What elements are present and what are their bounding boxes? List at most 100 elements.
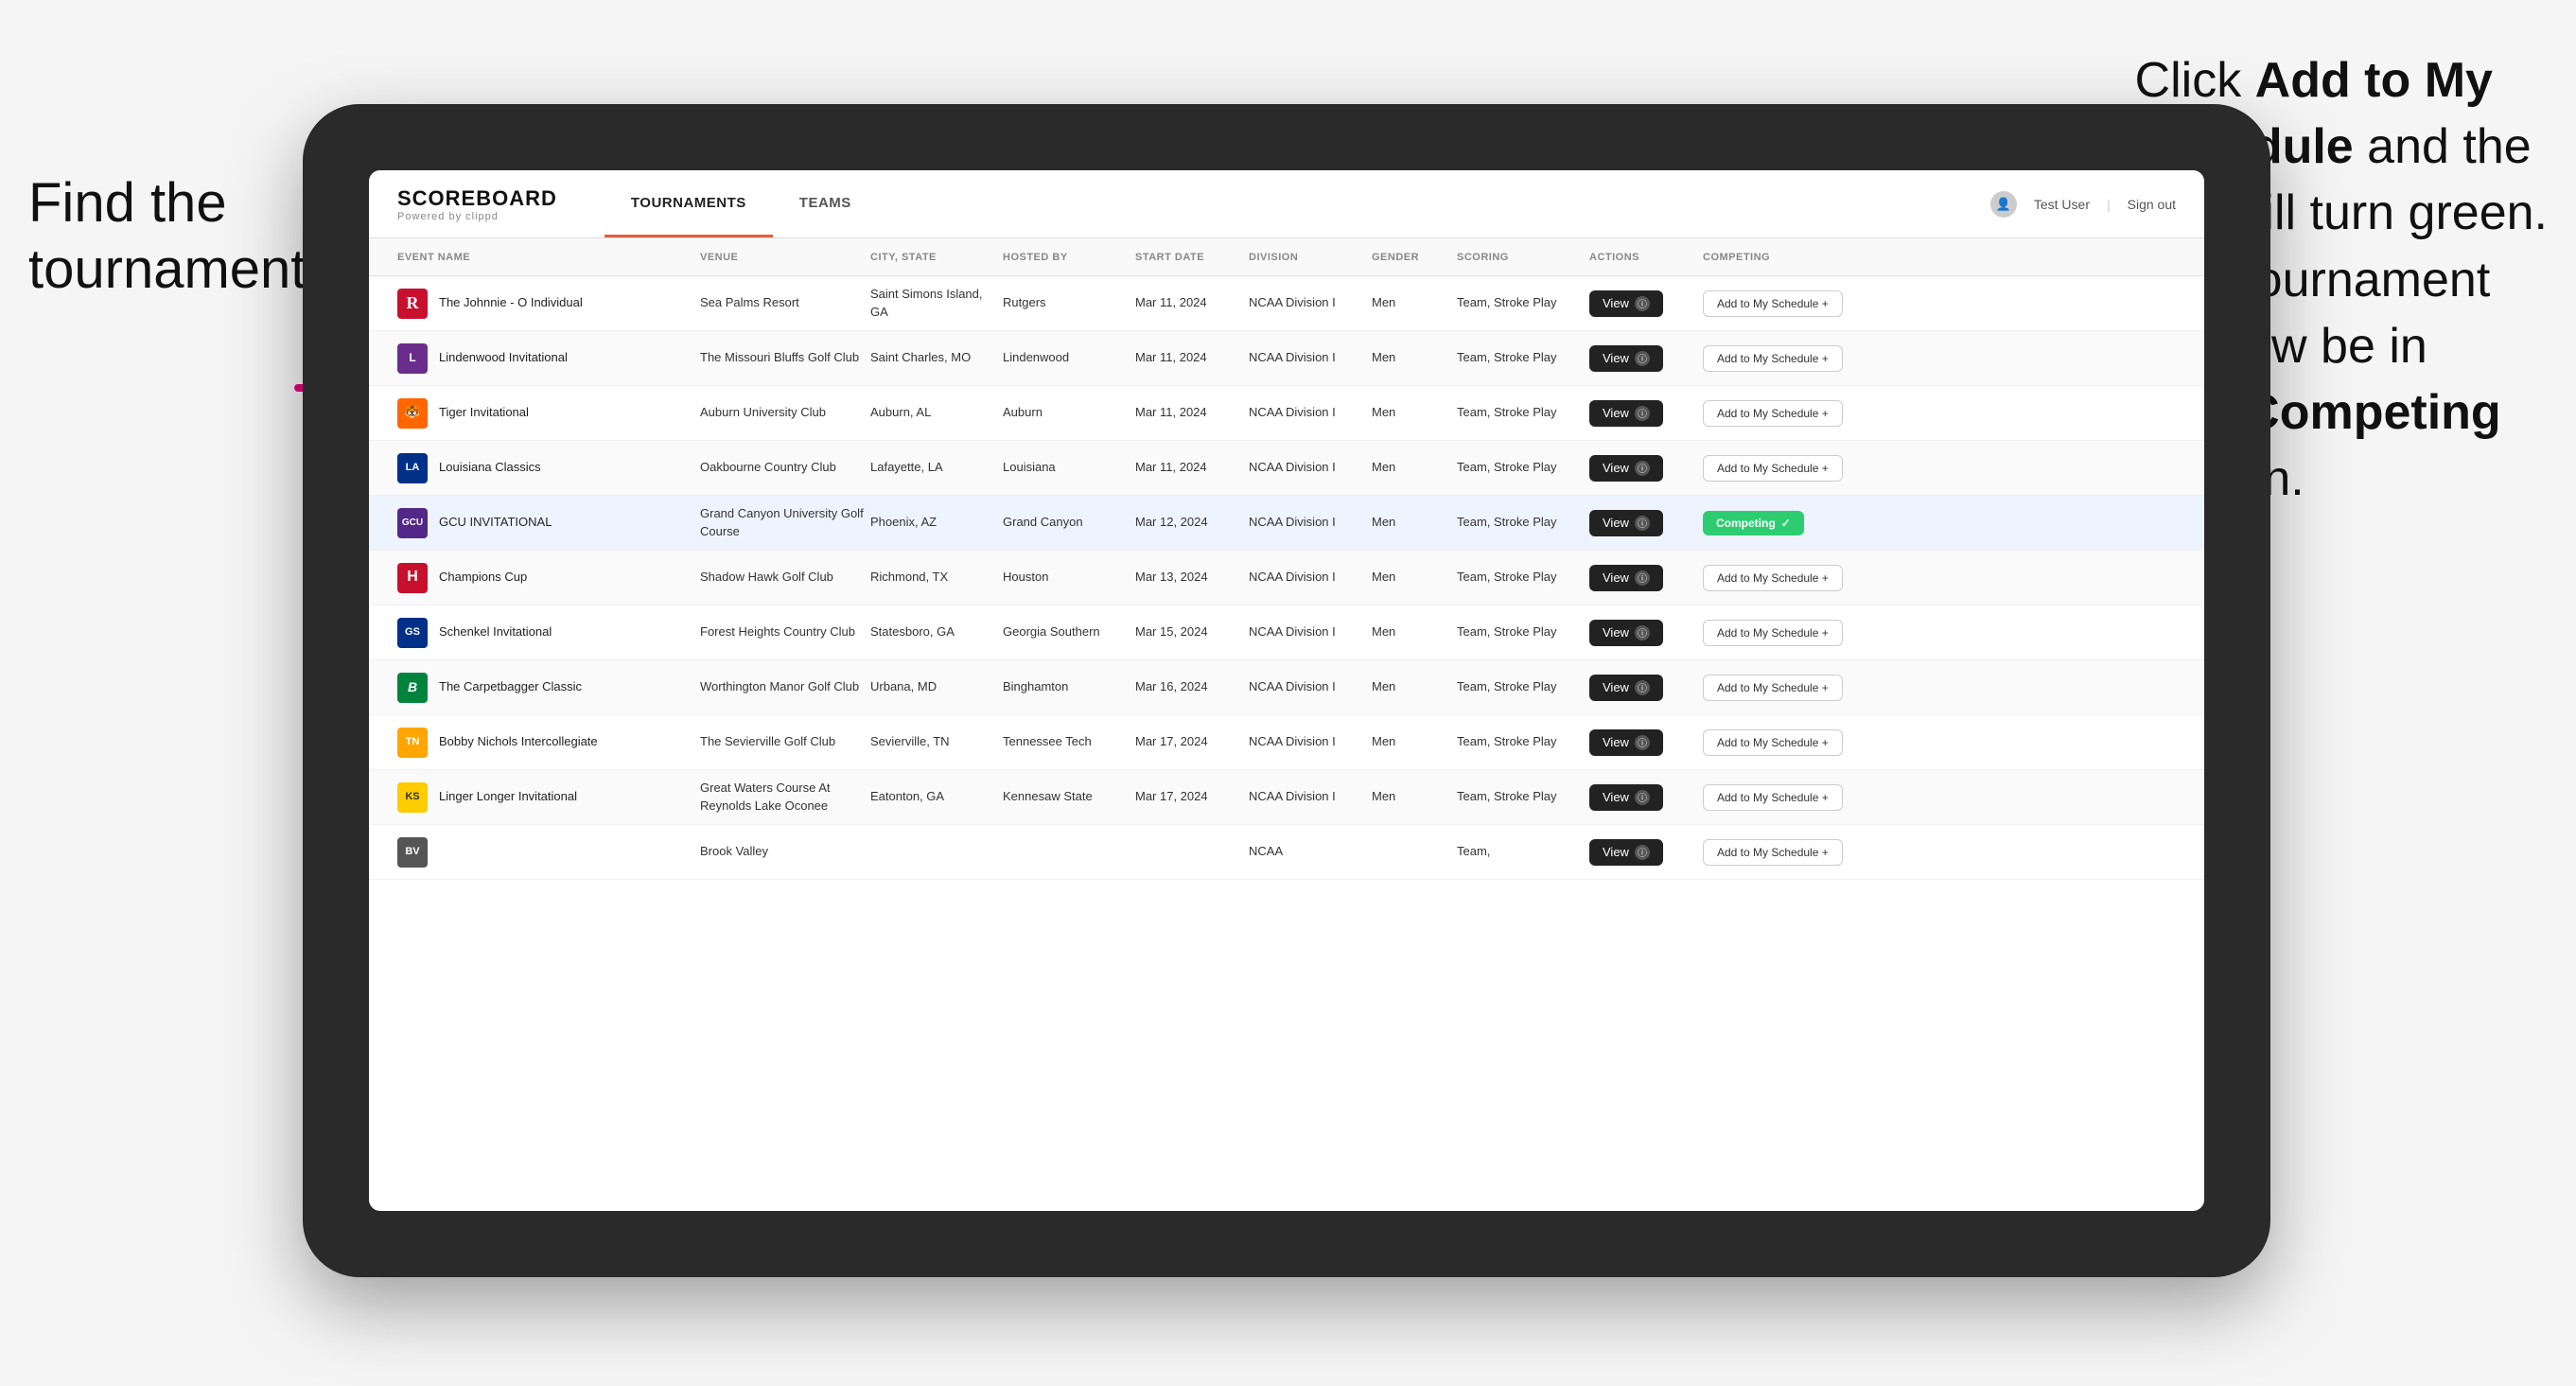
view-button[interactable]: View ⓘ: [1589, 400, 1663, 427]
table-row: GS Schenkel Invitational Forest Heights …: [369, 605, 2204, 660]
competing-button[interactable]: Competing ✓: [1703, 511, 1804, 535]
venue-cell: Grand Canyon University Golf Course: [700, 505, 870, 539]
add-to-schedule-button[interactable]: Add to My Schedule +: [1703, 400, 1843, 427]
signout-link[interactable]: Sign out: [2128, 197, 2176, 212]
competing-cell: Add to My Schedule +: [1703, 729, 1930, 756]
hosted-by-cell: Tennessee Tech: [1003, 733, 1135, 750]
view-button[interactable]: View ⓘ: [1589, 345, 1663, 372]
venue-cell: Shadow Hawk Golf Club: [700, 569, 870, 586]
event-name-cell: KS Linger Longer Invitational: [397, 782, 700, 813]
tab-tournaments[interactable]: TOURNAMENTS: [605, 170, 773, 237]
division-cell: NCAA Division I: [1249, 733, 1372, 750]
team-logo: R: [397, 289, 428, 319]
division-cell: NCAA Division I: [1249, 788, 1372, 805]
scoring-cell: Team, Stroke Play: [1457, 404, 1589, 421]
hosted-by-cell: Auburn: [1003, 404, 1135, 421]
competing-cell: Add to My Schedule +: [1703, 620, 1930, 646]
division-cell: NCAA Division I: [1249, 569, 1372, 586]
table-row: L Lindenwood Invitational The Missouri B…: [369, 331, 2204, 386]
table-row: B The Carpetbagger Classic Worthington M…: [369, 660, 2204, 715]
actions-cell: View ⓘ: [1589, 784, 1703, 811]
event-name-text: GCU INVITATIONAL: [439, 514, 552, 531]
hosted-by-cell: Georgia Southern: [1003, 623, 1135, 640]
event-name-text: Linger Longer Invitational: [439, 788, 577, 805]
view-button[interactable]: View ⓘ: [1589, 729, 1663, 756]
col-start-date: START DATE: [1135, 252, 1249, 263]
team-logo: H: [397, 563, 428, 593]
view-button[interactable]: View ⓘ: [1589, 839, 1663, 866]
info-icon: ⓘ: [1635, 845, 1650, 860]
scoring-cell: Team, Stroke Play: [1457, 514, 1589, 531]
add-to-schedule-button[interactable]: Add to My Schedule +: [1703, 345, 1843, 372]
hosted-by-cell: Rutgers: [1003, 294, 1135, 311]
view-button[interactable]: View ⓘ: [1589, 455, 1663, 482]
event-name-text: The Carpetbagger Classic: [439, 678, 582, 695]
competing-cell: Add to My Schedule +: [1703, 290, 1930, 317]
table-row: KS Linger Longer Invitational Great Wate…: [369, 770, 2204, 825]
division-cell: NCAA Division I: [1249, 623, 1372, 640]
division-cell: NCAA Division I: [1249, 459, 1372, 476]
team-logo: B: [397, 673, 428, 703]
tablet-frame: SCOREBOARD Powered by clippd TOURNAMENTS…: [303, 104, 2270, 1277]
hosted-by-cell: Lindenwood: [1003, 349, 1135, 366]
start-date-cell: Mar 11, 2024: [1135, 349, 1249, 366]
city-state-cell: Statesboro, GA: [870, 623, 1003, 640]
col-venue: VENUE: [700, 252, 870, 263]
scoring-cell: Team, Stroke Play: [1457, 623, 1589, 640]
view-button[interactable]: View ⓘ: [1589, 620, 1663, 646]
app-logo: SCOREBOARD: [397, 186, 557, 211]
start-date-cell: Mar 12, 2024: [1135, 514, 1249, 531]
table-row: GCU GCU INVITATIONAL Grand Canyon Univer…: [369, 496, 2204, 551]
view-button[interactable]: View ⓘ: [1589, 565, 1663, 591]
scoring-cell: Team, Stroke Play: [1457, 459, 1589, 476]
gender-cell: Men: [1372, 459, 1457, 476]
actions-cell: View ⓘ: [1589, 675, 1703, 701]
info-icon: ⓘ: [1635, 680, 1650, 695]
start-date-cell: Mar 17, 2024: [1135, 733, 1249, 750]
venue-cell: Brook Valley: [700, 843, 870, 860]
logo-area: SCOREBOARD Powered by clippd: [397, 186, 557, 222]
event-name-cell: B The Carpetbagger Classic: [397, 673, 700, 703]
gender-cell: Men: [1372, 788, 1457, 805]
add-to-schedule-button[interactable]: Add to My Schedule +: [1703, 839, 1843, 866]
add-to-schedule-button[interactable]: Add to My Schedule +: [1703, 729, 1843, 756]
team-logo: LA: [397, 453, 428, 483]
venue-cell: Forest Heights Country Club: [700, 623, 870, 640]
add-to-schedule-button[interactable]: Add to My Schedule +: [1703, 455, 1843, 482]
event-name-cell: R The Johnnie - O Individual: [397, 289, 700, 319]
start-date-cell: Mar 17, 2024: [1135, 788, 1249, 805]
gender-cell: Men: [1372, 569, 1457, 586]
add-to-schedule-button[interactable]: Add to My Schedule +: [1703, 620, 1843, 646]
view-button[interactable]: View ⓘ: [1589, 510, 1663, 536]
event-name-cell: BV: [397, 837, 700, 868]
table-row: R The Johnnie - O Individual Sea Palms R…: [369, 276, 2204, 331]
actions-cell: View ⓘ: [1589, 455, 1703, 482]
event-name-text: Schenkel Invitational: [439, 623, 552, 640]
event-name-text: Louisiana Classics: [439, 459, 541, 476]
add-to-schedule-button[interactable]: Add to My Schedule +: [1703, 290, 1843, 317]
add-to-schedule-button[interactable]: Add to My Schedule +: [1703, 675, 1843, 701]
gender-cell: Men: [1372, 294, 1457, 311]
info-icon: ⓘ: [1635, 516, 1650, 531]
competing-cell: Add to My Schedule +: [1703, 675, 1930, 701]
col-division: DIVISION: [1249, 252, 1372, 263]
info-icon: ⓘ: [1635, 406, 1650, 421]
info-icon: ⓘ: [1635, 461, 1650, 476]
city-state-cell: Richmond, TX: [870, 569, 1003, 586]
team-logo: GCU: [397, 508, 428, 538]
hosted-by-cell: Louisiana: [1003, 459, 1135, 476]
city-state-cell: Phoenix, AZ: [870, 514, 1003, 531]
check-icon: ✓: [1781, 517, 1791, 530]
tab-teams[interactable]: TEAMS: [773, 170, 878, 237]
division-cell: NCAA Division I: [1249, 514, 1372, 531]
table-header: EVENT NAME VENUE CITY, STATE HOSTED BY S…: [369, 238, 2204, 276]
add-to-schedule-button[interactable]: Add to My Schedule +: [1703, 784, 1843, 811]
view-button[interactable]: View ⓘ: [1589, 290, 1663, 317]
add-to-schedule-button[interactable]: Add to My Schedule +: [1703, 565, 1843, 591]
view-button[interactable]: View ⓘ: [1589, 784, 1663, 811]
table-body: R The Johnnie - O Individual Sea Palms R…: [369, 276, 2204, 880]
city-state-cell: Eatonton, GA: [870, 788, 1003, 805]
event-name-cell: GS Schenkel Invitational: [397, 618, 700, 648]
view-button[interactable]: View ⓘ: [1589, 675, 1663, 701]
competing-cell: Add to My Schedule +: [1703, 839, 1930, 866]
